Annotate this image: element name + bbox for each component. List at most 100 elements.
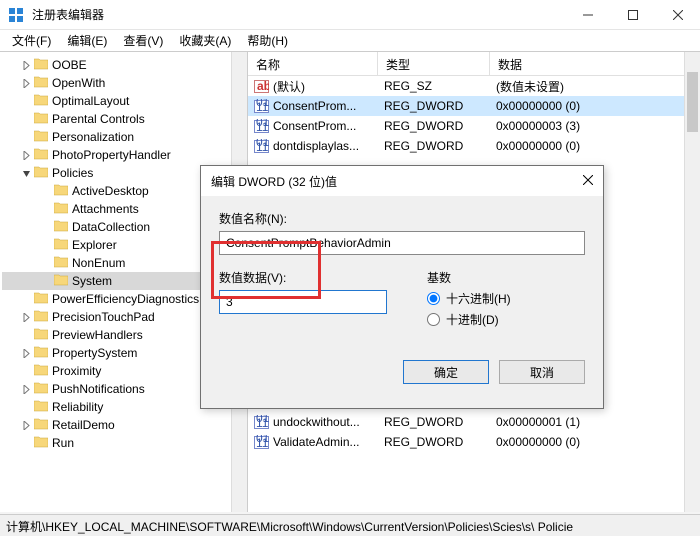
- list-row[interactable]: 011110dontdisplaylas...REG_DWORD0x000000…: [248, 136, 700, 156]
- tree-item-label: PushNotifications: [52, 382, 145, 396]
- folder-icon: [34, 292, 52, 307]
- tree-item-label: Policies: [52, 166, 93, 180]
- svg-text:110: 110: [256, 140, 269, 154]
- list-row[interactable]: 011110undockwithout...REG_DWORD0x0000000…: [248, 412, 700, 432]
- folder-icon: [54, 238, 72, 253]
- folder-icon: [54, 184, 72, 199]
- value-name: ValidateAdmin...: [273, 435, 360, 449]
- title-bar: 注册表编辑器: [0, 0, 700, 30]
- tree-item[interactable]: OpenWith: [2, 74, 247, 92]
- chevron-right-icon[interactable]: [20, 419, 32, 431]
- svg-text:110: 110: [256, 416, 269, 430]
- window-title: 注册表编辑器: [32, 6, 565, 23]
- value-name-label: 数值名称(N):: [219, 210, 585, 227]
- folder-icon: [34, 418, 52, 433]
- tree-item-label: Explorer: [72, 238, 117, 252]
- folder-icon: [34, 148, 52, 163]
- tree-item-label: Proximity: [52, 364, 101, 378]
- list-row[interactable]: 011110ConsentProm...REG_DWORD0x00000000 …: [248, 96, 700, 116]
- menu-view[interactable]: 查看(V): [115, 30, 171, 51]
- tree-item-label: PrecisionTouchPad: [52, 310, 155, 324]
- folder-icon: [34, 130, 52, 145]
- tree-item[interactable]: OptimalLayout: [2, 92, 247, 110]
- tree-item[interactable]: RetailDemo: [2, 416, 247, 434]
- tree-item-label: PhotoPropertyHandler: [52, 148, 171, 162]
- menu-file[interactable]: 文件(F): [4, 30, 59, 51]
- tree-item[interactable]: Run: [2, 434, 247, 452]
- ok-button[interactable]: 确定: [403, 360, 489, 384]
- tree-item-label: Attachments: [72, 202, 139, 216]
- value-data-label: 数值数据(V):: [219, 269, 387, 286]
- menu-edit[interactable]: 编辑(E): [59, 30, 115, 51]
- tree-item-label: Reliability: [52, 400, 103, 414]
- chevron-right-icon[interactable]: [20, 347, 32, 359]
- folder-icon: [34, 310, 52, 325]
- tree-item-label: RetailDemo: [52, 418, 115, 432]
- tree-item-label: Parental Controls: [52, 112, 145, 126]
- value-data-input[interactable]: [219, 290, 387, 314]
- value-name: ConsentProm...: [273, 119, 356, 133]
- chevron-down-icon[interactable]: [20, 167, 32, 179]
- list-row[interactable]: 011110ConsentProm...REG_DWORD0x00000003 …: [248, 116, 700, 136]
- value-data: 0x00000001 (1): [490, 415, 700, 429]
- list-row[interactable]: 011110ValidateAdmin...REG_DWORD0x0000000…: [248, 432, 700, 452]
- tree-item[interactable]: OOBE: [2, 56, 247, 74]
- col-header-name[interactable]: 名称: [248, 52, 378, 75]
- dialog-title: 编辑 DWORD (32 位)值: [211, 173, 563, 190]
- value-name: dontdisplaylas...: [273, 139, 359, 153]
- close-button[interactable]: [655, 0, 700, 30]
- tree-item-label: NonEnum: [72, 256, 125, 270]
- value-name: undockwithout...: [273, 415, 360, 429]
- chevron-right-icon[interactable]: [20, 149, 32, 161]
- chevron-right-icon[interactable]: [20, 311, 32, 323]
- tree-item-label: ActiveDesktop: [72, 184, 149, 198]
- value-data: 0x00000000 (0): [490, 435, 700, 449]
- list-header: 名称 类型 数据: [248, 52, 700, 76]
- chevron-right-icon[interactable]: [20, 77, 32, 89]
- cancel-button[interactable]: 取消: [499, 360, 585, 384]
- tree-item-label: OpenWith: [52, 76, 105, 90]
- value-type: REG_DWORD: [378, 99, 490, 113]
- base-label: 基数: [427, 269, 511, 286]
- tree-item[interactable]: Personalization: [2, 128, 247, 146]
- col-header-data[interactable]: 数据: [490, 52, 700, 75]
- folder-icon: [34, 328, 52, 343]
- value-name: (默认): [273, 78, 305, 95]
- folder-icon: [34, 166, 52, 181]
- folder-icon: [34, 76, 52, 91]
- menu-bar: 文件(F) 编辑(E) 查看(V) 收藏夹(A) 帮助(H): [0, 30, 700, 52]
- menu-help[interactable]: 帮助(H): [239, 30, 296, 51]
- radio-dec[interactable]: [427, 313, 440, 326]
- radio-dec-label: 十进制(D): [446, 311, 499, 328]
- list-row[interactable]: ab(默认)REG_SZ(数值未设置): [248, 76, 700, 96]
- tree-item-label: OOBE: [52, 58, 87, 72]
- menu-favorites[interactable]: 收藏夹(A): [171, 30, 239, 51]
- value-name-input[interactable]: [219, 231, 585, 255]
- chevron-right-icon[interactable]: [20, 59, 32, 71]
- edit-dword-dialog: 编辑 DWORD (32 位)值 数值名称(N): 数值数据(V): 基数 十六…: [200, 165, 604, 409]
- folder-icon: [34, 58, 52, 73]
- radio-hex[interactable]: [427, 292, 440, 305]
- col-header-type[interactable]: 类型: [378, 52, 490, 75]
- svg-text:110: 110: [256, 120, 269, 134]
- value-type: REG_DWORD: [378, 415, 490, 429]
- folder-icon: [34, 436, 52, 451]
- tree-item-label: System: [72, 274, 112, 288]
- tree-item[interactable]: PhotoPropertyHandler: [2, 146, 247, 164]
- folder-icon: [54, 256, 72, 271]
- value-type: REG_DWORD: [378, 139, 490, 153]
- radio-hex-label: 十六进制(H): [446, 290, 511, 307]
- tree-item-label: Personalization: [52, 130, 134, 144]
- tree-item-label: PropertySystem: [52, 346, 137, 360]
- value-type: REG_DWORD: [378, 435, 490, 449]
- folder-icon: [34, 94, 52, 109]
- tree-item-label: DataCollection: [72, 220, 150, 234]
- minimize-button[interactable]: [565, 0, 610, 30]
- tree-item-label: PreviewHandlers: [52, 328, 143, 342]
- value-type: REG_DWORD: [378, 119, 490, 133]
- tree-item[interactable]: Parental Controls: [2, 110, 247, 128]
- chevron-right-icon[interactable]: [20, 383, 32, 395]
- maximize-button[interactable]: [610, 0, 655, 30]
- dialog-close-button[interactable]: [563, 174, 593, 188]
- list-scrollbar[interactable]: [684, 52, 700, 512]
